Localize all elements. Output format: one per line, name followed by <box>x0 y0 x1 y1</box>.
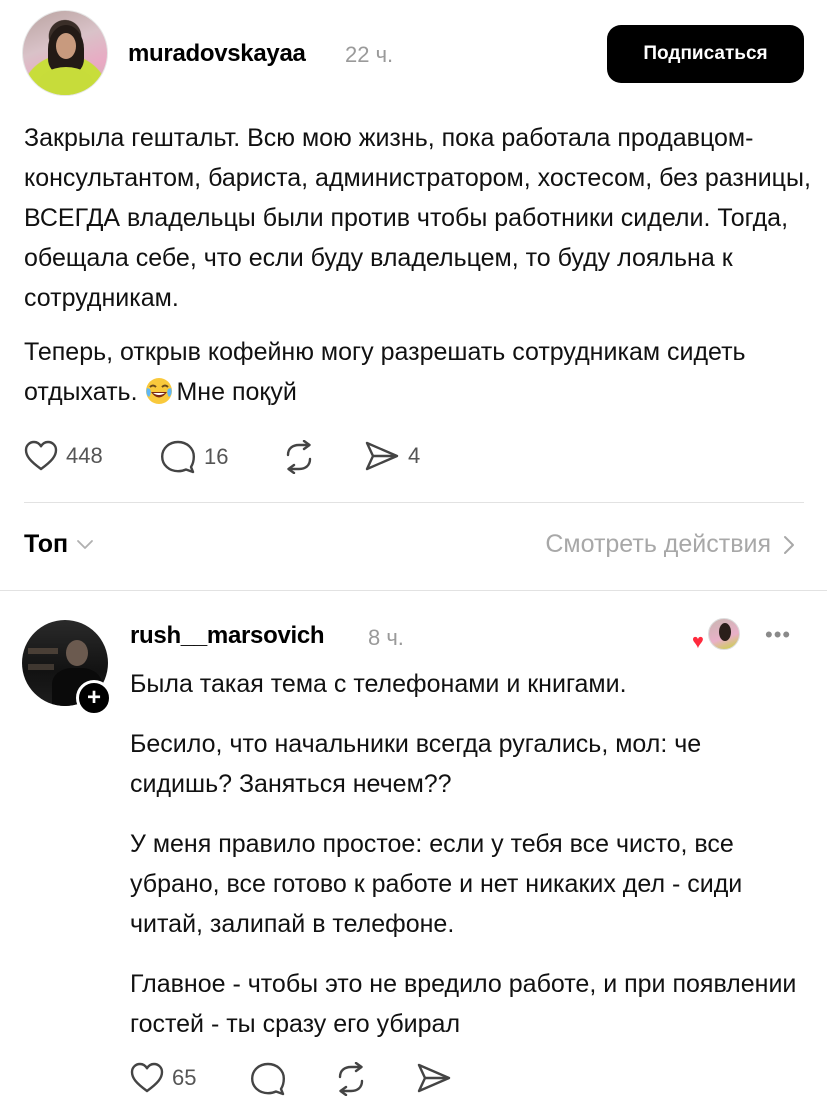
subscribe-button[interactable]: Подписаться <box>607 25 804 83</box>
chevron-right-icon <box>784 535 794 554</box>
post-paragraph-text: Теперь, открыв кофейню могу разрешать со… <box>24 338 746 406</box>
liked-by-author-avatar <box>708 618 740 650</box>
comment-bubble-icon <box>161 440 195 474</box>
repost-icon <box>338 1062 364 1096</box>
like-count: 448 <box>66 443 103 468</box>
view-activity-label: Смотреть действия <box>545 530 771 558</box>
like-button[interactable]: 448 <box>24 440 103 472</box>
reply-paragraph: Бесило, что начальники всегда ругались, … <box>130 730 702 798</box>
repost-button[interactable] <box>282 440 316 474</box>
reply-body: Была такая тема с телефонами и книгами. … <box>130 664 810 1044</box>
reply-comment-button[interactable] <box>250 1062 286 1096</box>
comment-bubble-icon <box>251 1062 285 1096</box>
reply-author-username[interactable]: rush__marsovich <box>130 622 325 650</box>
divider <box>24 502 804 503</box>
reply-share-button[interactable] <box>416 1062 452 1094</box>
post-timestamp: 22 ч. <box>345 42 394 67</box>
post-author-username[interactable]: muradovskayaa <box>128 40 306 68</box>
share-count: 4 <box>408 443 421 468</box>
view-activity-link[interactable]: Смотреть действия <box>545 530 795 559</box>
avatar-body <box>37 67 95 95</box>
more-options-icon[interactable]: ••• <box>765 622 791 648</box>
liked-by-author-heart-icon: ♥ <box>692 631 704 653</box>
reply-like-button[interactable]: 65 <box>130 1062 196 1094</box>
reply-like-count: 65 <box>172 1065 197 1090</box>
reply-paragraph: Была такая тема с телефонами и книгами. <box>130 670 627 698</box>
heart-icon <box>24 440 58 471</box>
post-paragraph-tail: Мне поқуй <box>176 378 297 406</box>
send-icon <box>417 1063 451 1093</box>
sort-label: Топ <box>24 530 69 558</box>
share-button[interactable]: 4 <box>364 440 420 472</box>
reply-paragraph: Главное - чтобы это не вредило работе, и… <box>130 970 797 1038</box>
avatar-background <box>28 664 54 670</box>
avatar-head <box>66 640 88 666</box>
chevron-down-icon <box>77 539 93 549</box>
comment-button[interactable]: 16 <box>160 440 228 474</box>
avatar-face <box>56 33 76 59</box>
send-icon <box>365 441 399 471</box>
heart-icon <box>130 1062 164 1093</box>
reply-paragraph: У меня правило простое: если у тебя все … <box>130 830 743 938</box>
avatar-background <box>28 648 58 654</box>
divider <box>0 590 827 591</box>
post-body: Закрыла гештальт. Всю мою жизнь, пока ра… <box>24 118 814 412</box>
author-avatar[interactable] <box>22 10 108 96</box>
follow-plus-button[interactable]: + <box>76 680 112 716</box>
post-paragraph: Закрыла гештальт. Всю мою жизнь, пока ра… <box>24 124 811 312</box>
reply-timestamp: 8 ч. <box>368 625 404 650</box>
avatar-hair <box>719 623 731 641</box>
comment-count: 16 <box>204 444 229 469</box>
repost-icon <box>286 440 312 474</box>
sort-dropdown[interactable]: Топ <box>24 530 94 559</box>
reply-repost-button[interactable] <box>334 1062 368 1096</box>
face-with-tears-of-joy-icon <box>146 378 173 404</box>
post-paragraph: Теперь, открыв кофейню могу разрешать со… <box>24 332 814 412</box>
